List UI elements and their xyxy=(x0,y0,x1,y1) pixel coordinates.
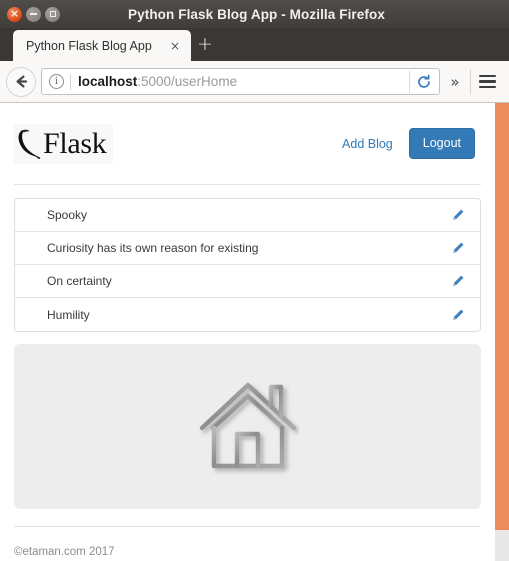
hamburger-icon-bar xyxy=(478,74,496,78)
url-bar[interactable]: i localhost:5000/userHome xyxy=(41,68,440,95)
navbar-divider xyxy=(14,184,481,185)
blog-title: On certainty xyxy=(47,274,112,288)
edit-pencil-icon[interactable] xyxy=(450,240,466,256)
maximize-icon xyxy=(49,11,56,17)
list-item[interactable]: Humility xyxy=(15,298,480,331)
reload-button[interactable] xyxy=(410,69,437,94)
blog-list: Spooky Curiosity has its own reason for … xyxy=(14,198,481,332)
blog-title: Spooky xyxy=(47,208,88,222)
toolbar-overflow-button[interactable]: » xyxy=(440,73,470,91)
maximize-window-button[interactable] xyxy=(45,6,60,22)
url-path: :5000/userHome xyxy=(137,74,238,89)
close-window-button[interactable]: × xyxy=(7,6,22,22)
back-button[interactable] xyxy=(6,66,36,97)
hamburger-icon-bar xyxy=(478,80,496,83)
brand-text: Flask xyxy=(43,126,107,160)
list-item[interactable]: On certainty xyxy=(15,265,480,298)
url-host: localhost xyxy=(78,74,138,89)
window-title: Python Flask Blog App - Mozilla Firefox xyxy=(128,6,385,22)
site-nav-actions: Add Blog Logout xyxy=(342,128,481,159)
site-info-icon[interactable]: i xyxy=(49,74,64,89)
add-blog-link[interactable]: Add Blog xyxy=(342,137,393,151)
tab-bar: Python Flask Blog App × + xyxy=(0,28,509,61)
vertical-scrollbar-thumb[interactable] xyxy=(495,103,509,530)
edit-pencil-icon[interactable] xyxy=(450,273,466,289)
page-container: Flask Add Blog Logout Spooky Curiosity h… xyxy=(0,103,495,561)
hamburger-menu-button[interactable] xyxy=(471,74,503,89)
pencil-glyph xyxy=(453,242,464,254)
browser-window: × Python Flask Blog App - Mozilla Firefo… xyxy=(0,0,509,561)
blog-title: Curiosity has its own reason for existin… xyxy=(47,241,259,255)
window-controls: × xyxy=(0,6,60,22)
url-separator xyxy=(70,73,71,90)
hamburger-icon-bar xyxy=(478,85,496,89)
url-text: localhost:5000/userHome xyxy=(78,74,409,89)
new-tab-button[interactable]: + xyxy=(191,30,219,61)
house-icon xyxy=(199,382,296,468)
tab-title: Python Flask Blog App xyxy=(26,38,152,53)
list-item[interactable]: Spooky xyxy=(15,199,480,232)
title-bar: × Python Flask Blog App - Mozilla Firefo… xyxy=(0,0,509,28)
back-arrow-icon xyxy=(15,75,27,88)
logout-button[interactable]: Logout xyxy=(408,128,475,159)
pencil-glyph xyxy=(453,209,464,221)
brand-logo[interactable]: Flask xyxy=(14,123,113,164)
list-item[interactable]: Curiosity has its own reason for existin… xyxy=(15,232,480,265)
tab-close-icon[interactable]: × xyxy=(167,38,183,54)
browser-tab[interactable]: Python Flask Blog App × xyxy=(13,30,191,61)
close-icon: × xyxy=(9,7,20,20)
browser-toolbar: i localhost:5000/userHome » xyxy=(0,61,509,103)
minimize-icon xyxy=(30,13,37,15)
blog-title: Humility xyxy=(47,307,90,322)
page-viewport: Flask Add Blog Logout Spooky Curiosity h… xyxy=(0,103,509,561)
hero-panel xyxy=(14,344,481,509)
vertical-scrollbar-track[interactable] xyxy=(495,103,509,561)
pencil-glyph xyxy=(453,275,464,287)
edit-pencil-icon[interactable] xyxy=(450,307,466,323)
site-navbar: Flask Add Blog Logout xyxy=(14,103,481,184)
pencil-glyph xyxy=(453,309,464,320)
flask-horn-icon xyxy=(18,129,41,159)
footer-copyright: ©etaman.com 2017 xyxy=(14,546,115,558)
minimize-window-button[interactable] xyxy=(26,6,41,22)
reload-icon xyxy=(417,73,430,88)
edit-pencil-icon[interactable] xyxy=(450,207,466,223)
